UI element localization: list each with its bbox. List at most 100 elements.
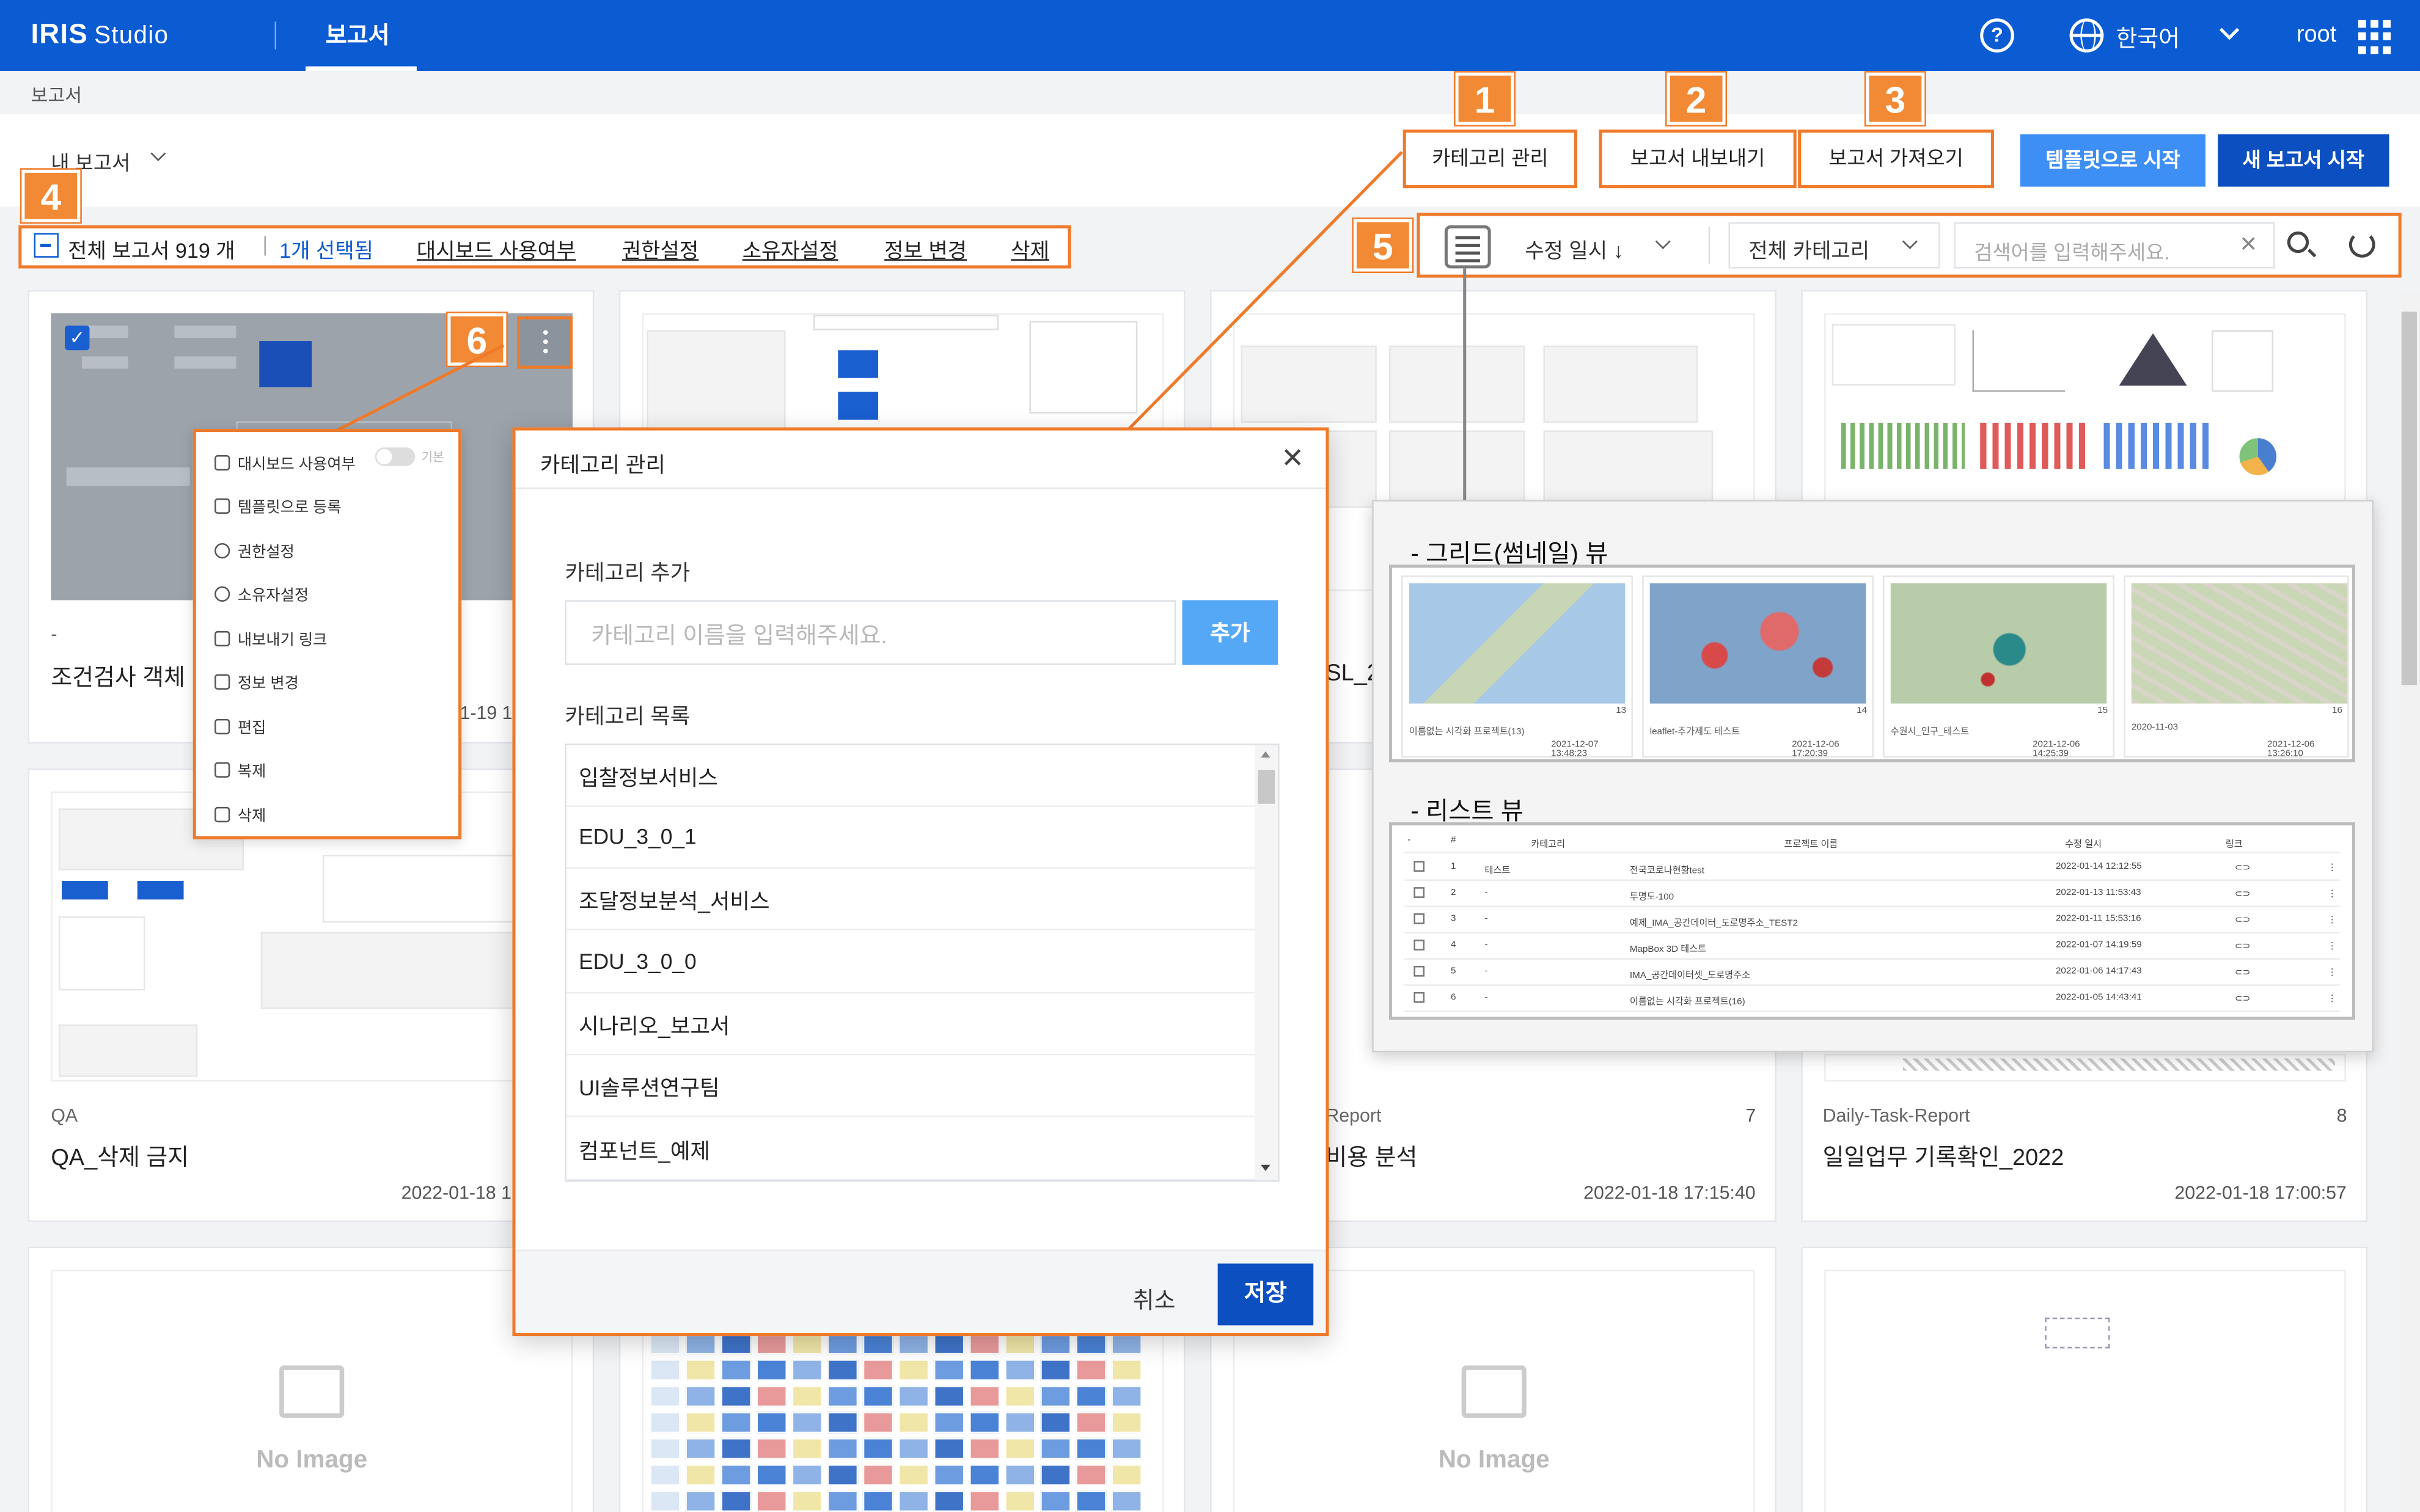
scroll-down-icon[interactable] bbox=[1261, 1164, 1270, 1171]
menu-item-owner[interactable]: 소유자설정 bbox=[215, 582, 309, 605]
list-scrollbar[interactable] bbox=[1255, 745, 1278, 1181]
category-manage-button[interactable]: 카테고리 관리 bbox=[1402, 130, 1578, 189]
row-checkbox[interactable] bbox=[1414, 861, 1425, 872]
heatmap-cell bbox=[1040, 1464, 1071, 1486]
more-icon[interactable]: ⋮ bbox=[2327, 889, 2336, 899]
delete-link[interactable]: 삭제 bbox=[1011, 233, 1049, 264]
category-list-item[interactable]: 조달정보분석_서비스 bbox=[566, 869, 1255, 930]
link-icon[interactable]: ⊂⊃ bbox=[2235, 915, 2250, 926]
heatmap-cell bbox=[650, 1437, 681, 1460]
template-icon bbox=[215, 498, 230, 514]
apps-grid-icon[interactable] bbox=[2358, 20, 2392, 54]
heatmap-cell bbox=[933, 1411, 965, 1434]
scroll-up-icon[interactable] bbox=[1261, 751, 1270, 758]
close-icon[interactable]: ✕ bbox=[1281, 443, 1304, 475]
sort-select[interactable]: 수정 일시 ↓ bbox=[1525, 233, 1623, 264]
card-checkbox[interactable]: ✓ bbox=[65, 325, 90, 351]
grid-view-preview: 이름없는 시각화 프로젝트(13) 13 2021-12-07 13:48:23… bbox=[1388, 564, 2355, 762]
page-scrollbar-thumb[interactable] bbox=[2401, 312, 2417, 685]
list-scrollbar-thumb[interactable] bbox=[1258, 770, 1275, 804]
user-name[interactable]: root bbox=[2297, 21, 2336, 48]
heatmap-cell bbox=[827, 1385, 859, 1408]
link-icon[interactable]: ⊂⊃ bbox=[2235, 941, 2250, 952]
owner-link[interactable]: 소유자설정 bbox=[743, 233, 838, 264]
more-icon[interactable]: ⋮ bbox=[2327, 915, 2336, 926]
row-category: 테스트 bbox=[1484, 867, 1511, 877]
list-view-toggle-icon[interactable] bbox=[1444, 225, 1491, 269]
new-report-button[interactable]: 새 보고서 시작 bbox=[2218, 134, 2389, 187]
link-icon[interactable]: ⊂⊃ bbox=[2235, 889, 2250, 899]
category-list-item[interactable]: 입찰정보서비스 bbox=[566, 745, 1255, 807]
heatmap-cell bbox=[933, 1490, 965, 1512]
row-checkbox[interactable] bbox=[1414, 940, 1425, 951]
save-button[interactable]: 저장 bbox=[1217, 1263, 1314, 1326]
trash-icon bbox=[215, 806, 230, 823]
globe-icon[interactable] bbox=[2069, 18, 2104, 53]
cancel-button[interactable]: 취소 bbox=[1133, 1284, 1176, 1316]
clear-icon[interactable]: ✕ bbox=[2240, 232, 2258, 258]
link-icon[interactable]: ⊂⊃ bbox=[2235, 993, 2250, 1004]
list-row[interactable]: 3 - 예제_IMA_공간데이터_도로명주소_TEST2 2022-01-11 15:… bbox=[1404, 907, 2340, 933]
import-report-button[interactable]: 보고서 가져오기 bbox=[1798, 130, 1994, 189]
more-icon[interactable]: ⋮ bbox=[2327, 967, 2336, 978]
more-icon[interactable]: ⋮ bbox=[2327, 941, 2336, 952]
dashboard-use-link[interactable]: 대시보드 사용여부 bbox=[417, 233, 576, 264]
category-add-button[interactable]: 추가 bbox=[1182, 600, 1278, 665]
link-icon[interactable]: ⊂⊃ bbox=[2235, 863, 2250, 873]
row-checkbox[interactable] bbox=[1414, 887, 1425, 898]
menu-item-info-change[interactable]: 정보 변경 bbox=[215, 670, 299, 693]
dashboard-use-toggle[interactable] bbox=[375, 447, 416, 466]
list-row[interactable]: 6 - 이름없는 시각화 프로젝트(16) 2022-01-05 14:43:41 ⊂⊃… bbox=[1404, 986, 2340, 1012]
search-icon[interactable] bbox=[2287, 231, 2309, 254]
list-row[interactable]: 5 - IMA_공간데이터셋_도로명주소 2022-01-06 14:17:43 ⊂⊃ ⋮ bbox=[1404, 960, 2340, 986]
menu-item-delete[interactable]: 삭제 bbox=[215, 802, 266, 825]
help-icon[interactable]: ? bbox=[1980, 18, 2014, 53]
menu-item-dashboard-use[interactable]: 대시보드 사용여부 bbox=[215, 450, 356, 473]
card-date: 2022-01-18 17:15:40 bbox=[1583, 1181, 1756, 1203]
heatmap-cell bbox=[933, 1437, 965, 1460]
menu-item-export-link[interactable]: 내보내기 링크 bbox=[215, 626, 327, 649]
image-placeholder-icon bbox=[1461, 1365, 1527, 1418]
nav-tab-reports[interactable]: 보고서 bbox=[326, 18, 390, 51]
list-row[interactable]: 1 테스트 전국코로나현황test 2022-01-14 12:12:55 ⊂⊃ ⋮ bbox=[1404, 855, 2340, 882]
more-icon[interactable]: ⋮ bbox=[2327, 993, 2336, 1004]
card-tag: Report bbox=[1326, 1105, 1382, 1127]
refresh-icon[interactable] bbox=[2348, 231, 2375, 258]
category-list-item[interactable]: EDU_3_0_1 bbox=[566, 807, 1255, 869]
link-icon[interactable]: ⊂⊃ bbox=[2235, 967, 2250, 978]
menu-item-register-template[interactable]: 템플릿으로 등록 bbox=[215, 494, 342, 517]
select-all-checkbox[interactable] bbox=[34, 233, 59, 258]
search-input[interactable]: 검색어를 입력해주세요. bbox=[1954, 222, 2275, 269]
category-list-item[interactable]: EDU_3_0_0 bbox=[566, 932, 1255, 994]
start-with-template-button[interactable]: 템플릿으로 시작 bbox=[2020, 134, 2206, 187]
more-icon[interactable]: ⋮ bbox=[2327, 863, 2336, 873]
dashboard-icon bbox=[215, 455, 230, 471]
language-select[interactable]: 한국어 bbox=[2116, 21, 2180, 54]
export-report-button[interactable]: 보고서 내보내기 bbox=[1599, 130, 1797, 189]
row-checkbox[interactable] bbox=[1414, 913, 1425, 924]
category-list-item[interactable]: 컴포넌트_예제 bbox=[566, 1119, 1255, 1181]
category-list-item[interactable]: 시나리오_보고서 bbox=[566, 993, 1255, 1056]
list-row[interactable]: 4 - MapBox 3D 테스트 2022-01-07 14:19:59 ⊂⊃ ⋮ bbox=[1404, 933, 2340, 960]
heatmap-cell bbox=[650, 1359, 681, 1381]
card-more-button[interactable] bbox=[517, 316, 573, 369]
list-row[interactable]: 2 - 투명도-100 2022-01-13 11:53:43 ⊂⊃ ⋮ bbox=[1404, 881, 2340, 907]
heatmap-cell bbox=[685, 1385, 716, 1408]
heatmap-cell bbox=[862, 1385, 894, 1408]
menu-item-permission[interactable]: 권한설정 bbox=[215, 538, 295, 561]
category-name-input[interactable]: 카테고리 이름을 입력해주세요. bbox=[565, 600, 1176, 665]
menu-item-duplicate[interactable]: 복제 bbox=[215, 758, 266, 781]
permission-link[interactable]: 권한설정 bbox=[622, 233, 698, 264]
grid-thumb-title: leaflet-추가제도 테스트 bbox=[1649, 728, 1740, 738]
row-category: - bbox=[1484, 888, 1488, 898]
list-header-row: - # 카테고리 프로젝트 이름 수정 일시 링크 bbox=[1404, 828, 2340, 853]
heatmap-cell bbox=[1111, 1490, 1142, 1512]
edit-icon bbox=[215, 718, 230, 735]
app-logo[interactable]: IRIS Studio bbox=[31, 18, 169, 51]
menu-item-edit[interactable]: 편집 bbox=[215, 714, 266, 737]
row-checkbox[interactable] bbox=[1414, 992, 1425, 1003]
info-change-link[interactable]: 정보 변경 bbox=[884, 233, 967, 264]
row-checkbox[interactable] bbox=[1414, 965, 1425, 977]
category-list-item[interactable]: UI솔루션연구팀 bbox=[566, 1055, 1255, 1117]
heatmap-cell bbox=[898, 1490, 930, 1512]
